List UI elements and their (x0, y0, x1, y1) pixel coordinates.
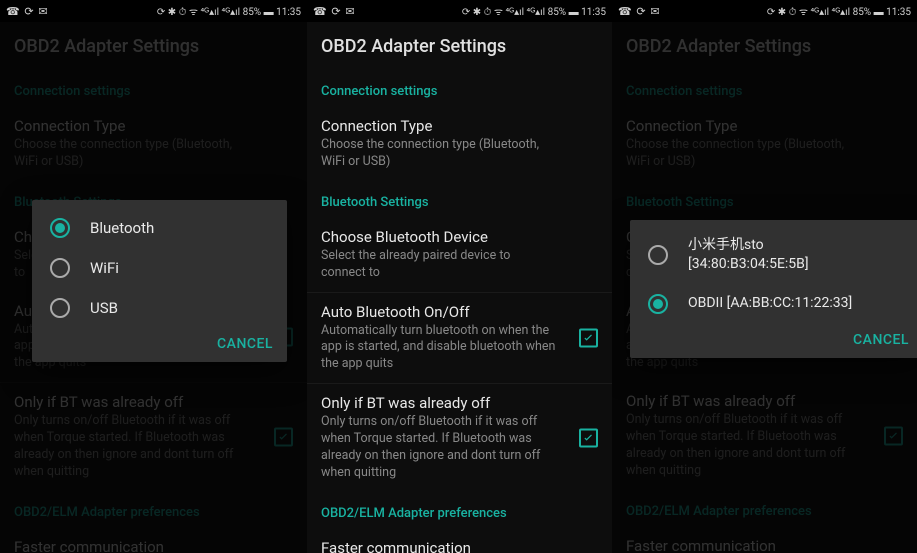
phone-1: ☎ ⟳ ✉ ⟳ ✱ ⏱ ᯤ ⁴ᴳ▴ıl ⁴ᴳ▴ıl 85% ▬ 11:35 OB… (0, 0, 307, 553)
radio-option-device-0[interactable]: 小米手机sto [34:80:B3:04:5E:5B] (630, 226, 917, 284)
radio-icon (50, 218, 70, 238)
item-connection-type[interactable]: Connection Type Choose the connection ty… (307, 107, 612, 181)
status-bar: ☎ ⟳ ✉ ⟳ ✱ ⏱ ᯤ ⁴ᴳ▴ıl ⁴ᴳ▴ıl 85% ▬ 11:35 (612, 0, 917, 22)
item-only-off[interactable]: Only if BT was already off Only turns on… (307, 384, 612, 492)
cancel-button[interactable]: CANCEL (853, 332, 909, 348)
radio-option-device-1[interactable]: OBDII [AA:BB:CC:11:22:33] (630, 284, 917, 324)
dialog-choose-device: 小米手机sto [34:80:B3:04:5E:5B] OBDII [AA:BB… (630, 220, 917, 358)
radio-icon (50, 258, 70, 278)
checkbox-icon[interactable] (579, 328, 598, 347)
radio-option-usb[interactable]: USB (32, 288, 287, 328)
radio-option-wifi[interactable]: WiFi (32, 248, 287, 288)
status-bar: ☎ ⟳ ✉ ⟳ ✱ ⏱ ᯤ ⁴ᴳ▴ıl ⁴ᴳ▴ıl 85% ▬ 11:35 (0, 0, 307, 22)
dialog-connection-type: Bluetooth WiFi USB CANCEL (32, 200, 287, 362)
status-bar: ☎ ⟳ ✉ ⟳ ✱ ⏱ ᯤ ⁴ᴳ▴ıl ⁴ᴳ▴ıl 85% ▬ 11:35 (307, 0, 612, 22)
item-auto-bt[interactable]: Auto Bluetooth On/Off Automatically turn… (307, 293, 612, 384)
page-title: OBD2 Adapter Settings (321, 36, 506, 57)
phone-2: ☎ ⟳ ✉ ⟳ ✱ ⏱ ᯤ ⁴ᴳ▴ıl ⁴ᴳ▴ıl 85% ▬ 11:35 OB… (307, 0, 612, 553)
status-right: ⟳ ✱ ⏱ ᯤ ⁴ᴳ▴ıl ⁴ᴳ▴ıl 85% ▬ 11:35 (462, 4, 606, 18)
radio-icon (648, 245, 668, 265)
section-connection: Connection settings (307, 70, 612, 107)
radio-icon (50, 298, 70, 318)
checkbox-icon[interactable] (579, 428, 598, 447)
radio-option-bluetooth[interactable]: Bluetooth (32, 208, 287, 248)
radio-icon (648, 294, 668, 314)
status-right: ⟳ ✱ ⏱ ᯤ ⁴ᴳ▴ıl ⁴ᴳ▴ıl 85% ▬ 11:35 (767, 4, 911, 18)
item-choose-bt[interactable]: Choose Bluetooth Device Select the alrea… (307, 218, 612, 292)
app-bar: OBD2 Adapter Settings (307, 22, 612, 70)
section-bluetooth: Bluetooth Settings (307, 181, 612, 218)
cancel-button[interactable]: CANCEL (217, 336, 273, 352)
status-right: ⟳ ✱ ⏱ ᯤ ⁴ᴳ▴ıl ⁴ᴳ▴ıl 85% ▬ 11:35 (157, 4, 301, 18)
item-faster[interactable]: Faster communication Attempt faster comm… (307, 529, 612, 553)
status-left: ☎ ⟳ ✉ (618, 5, 661, 18)
section-elm: OBD2/ELM Adapter preferences (307, 492, 612, 529)
status-left: ☎ ⟳ ✉ (313, 5, 356, 18)
status-left: ☎ ⟳ ✉ (6, 5, 49, 18)
phone-3: ☎ ⟳ ✉ ⟳ ✱ ⏱ ᯤ ⁴ᴳ▴ıl ⁴ᴳ▴ıl 85% ▬ 11:35 OB… (612, 0, 917, 553)
